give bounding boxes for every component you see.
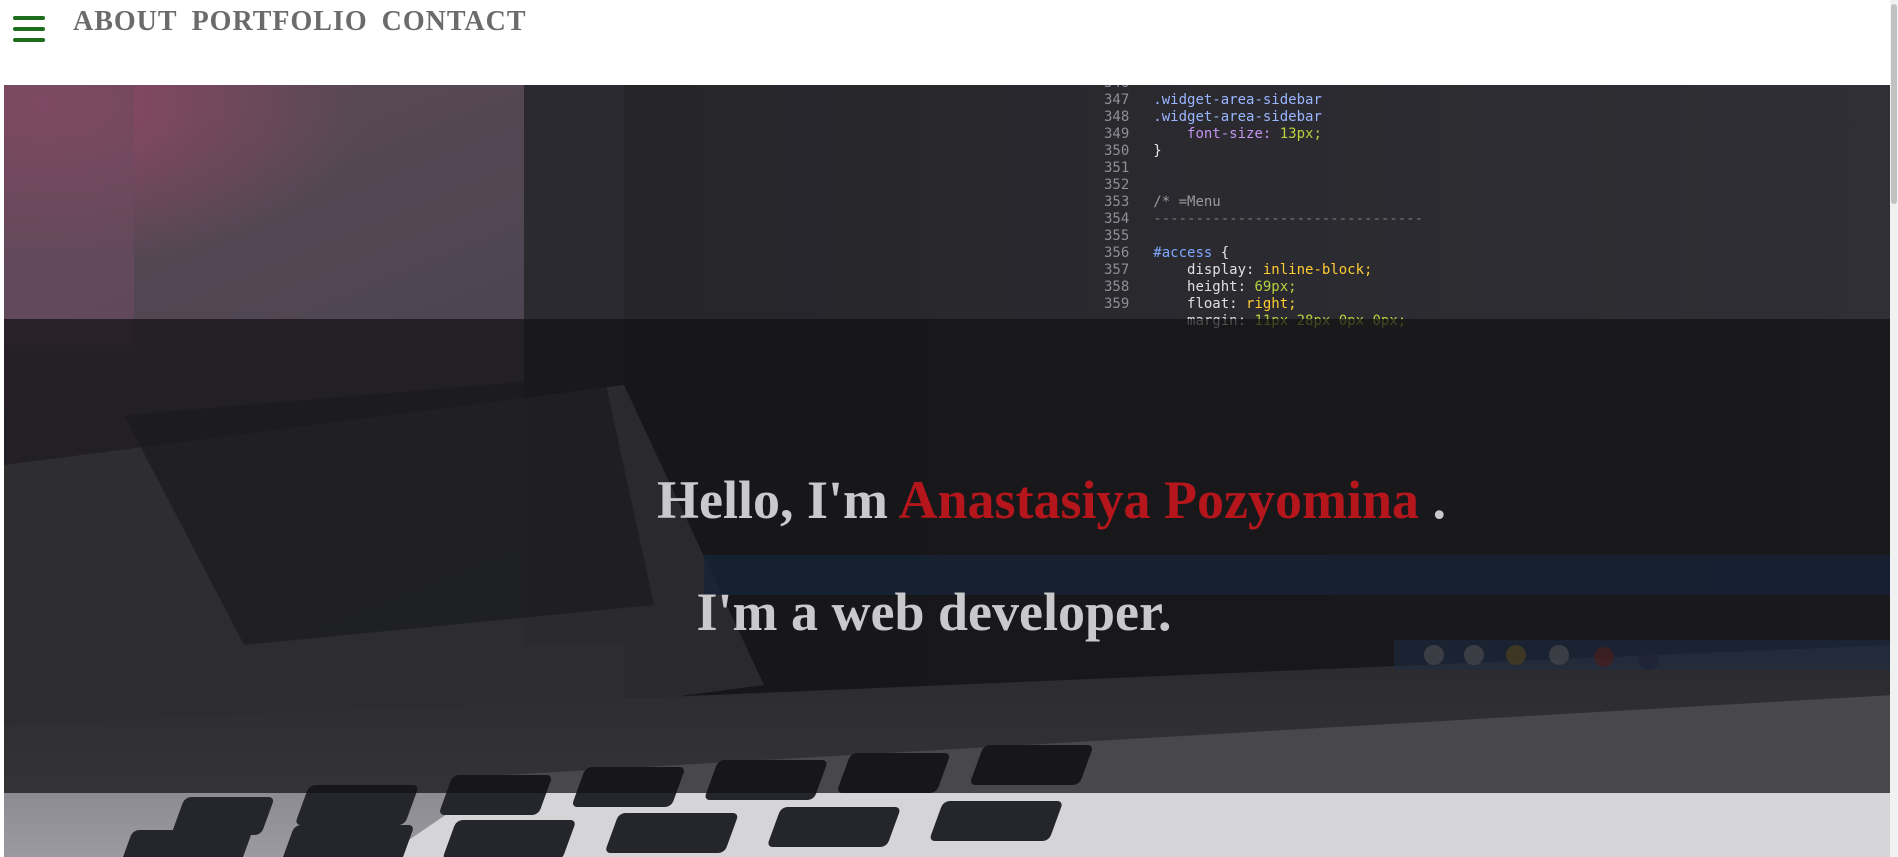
hero-overlay-band	[4, 319, 1894, 793]
scrollbar-thumb[interactable]	[1891, 4, 1897, 204]
page-scrollbar[interactable]	[1890, 0, 1898, 857]
nav-link-about[interactable]: ABOUT	[73, 6, 178, 38]
greeting-suffix: .	[1419, 470, 1447, 530]
hero-role: I'm a web developer.	[4, 581, 1894, 643]
nav-links: ABOUT PORTFOLIO CONTACT	[73, 6, 527, 38]
nav-link-portfolio[interactable]: PORTFOLIO	[192, 6, 368, 38]
developer-name: Anastasiya Pozyomina	[898, 470, 1419, 530]
role-text: I'm a web developer.	[696, 582, 1172, 642]
top-navbar: ABOUT PORTFOLIO CONTACT	[0, 0, 1898, 85]
nav-link-contact[interactable]: CONTACT	[382, 6, 527, 38]
hero-section: 3463473483493503513523533543553563573583…	[4, 85, 1894, 857]
hero-greeting: Hello, I'm Anastasiya Pozyomina .	[4, 469, 1446, 531]
code-editor-background: 3463473483493503513523533543553563573583…	[1104, 85, 1424, 329]
greeting-prefix: Hello, I'm	[656, 470, 899, 530]
hamburger-menu-icon[interactable]	[13, 16, 45, 42]
